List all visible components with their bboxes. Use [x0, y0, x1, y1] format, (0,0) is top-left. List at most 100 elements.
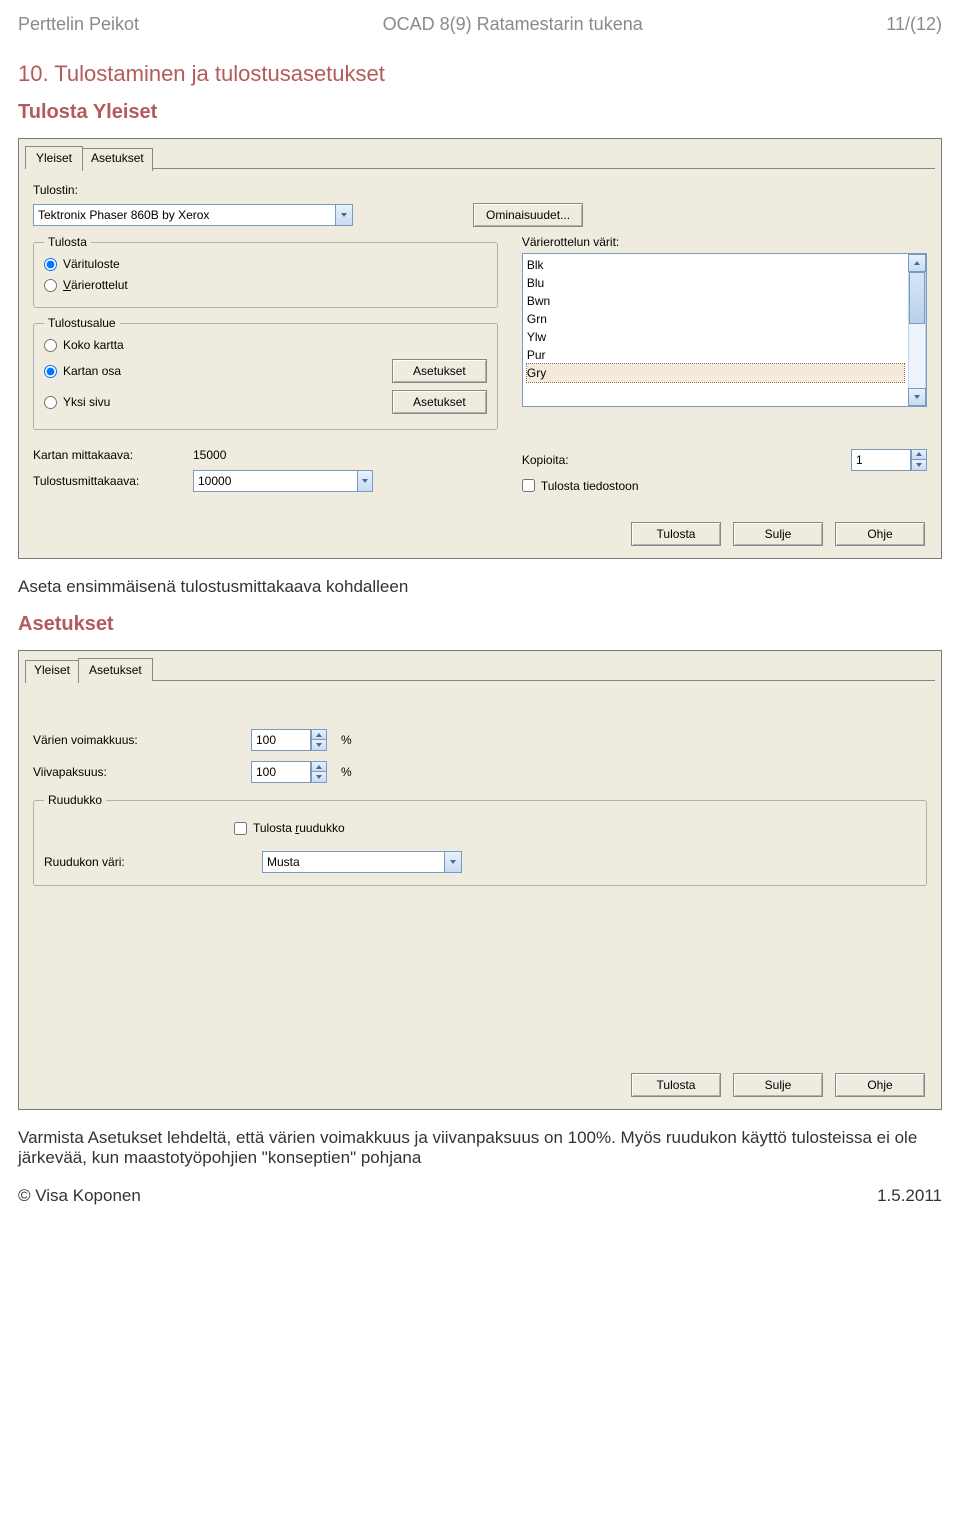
varien-voimakkuus-spinner[interactable]: [251, 729, 327, 751]
ohje-button-label: Ohje: [867, 1078, 892, 1092]
ohje-button[interactable]: Ohje: [835, 522, 925, 546]
list-item[interactable]: Grn: [527, 310, 904, 328]
tab-yleiset[interactable]: Yleiset: [25, 146, 83, 169]
tab-asetukset-label: Asetukset: [91, 151, 144, 165]
spin-down-icon[interactable]: [311, 772, 327, 783]
list-item[interactable]: Ylw: [527, 328, 904, 346]
radio-varierottelut-label: Värierottelut: [63, 278, 128, 292]
printer-input[interactable]: [33, 204, 335, 226]
list-item[interactable]: Gry: [527, 364, 904, 382]
ruudukon-vari-combo[interactable]: [262, 851, 462, 873]
chevron-down-icon[interactable]: [444, 851, 462, 873]
percent-label: %: [341, 733, 491, 747]
footer-left: © Visa Koponen: [18, 1186, 141, 1206]
header-right: 11/(12): [886, 14, 942, 35]
viivapaksuus-label: Viivapaksuus:: [33, 765, 183, 779]
kopioita-spinner[interactable]: [851, 449, 927, 471]
ohje-button-label: Ohje: [867, 527, 892, 541]
radio-koko-kartta-label: Koko kartta: [63, 338, 124, 352]
spin-down-icon[interactable]: [311, 740, 327, 751]
fieldset-tulosta: Tulosta Värituloste Värierottelut: [33, 235, 498, 308]
tabstrip: Yleiset Asetukset: [19, 651, 941, 680]
tabstrip: Yleiset Asetukset: [19, 139, 941, 168]
varien-voimakkuus-input[interactable]: [251, 729, 311, 751]
spin-up-icon[interactable]: [311, 729, 327, 740]
kartan-mittakaava-value: 15000: [193, 448, 226, 462]
radio-varierottelut-row[interactable]: Värierottelut: [44, 278, 487, 292]
subheading-yleiset: Tulosta Yleiset: [0, 91, 960, 134]
viivapaksuus-input[interactable]: [251, 761, 311, 783]
tulostusmittakaava-combo[interactable]: [193, 470, 373, 492]
list-item[interactable]: Blu: [527, 274, 904, 292]
print-dialog-yleiset: Yleiset Asetukset Tulostin: Ominaisuudet…: [18, 138, 942, 559]
asetukset-button-2[interactable]: Asetukset: [392, 390, 487, 414]
tulosta-ruudukko-row[interactable]: Tulosta ruudukko: [234, 821, 916, 835]
properties-button[interactable]: Ominaisuudet...: [473, 203, 583, 227]
spin-up-icon[interactable]: [311, 761, 327, 772]
asetukset-button-1[interactable]: Asetukset: [392, 359, 487, 383]
tab-yleiset-label: Yleiset: [36, 151, 72, 165]
radio-koko-kartta[interactable]: [44, 339, 57, 352]
properties-button-label: Ominaisuudet...: [486, 208, 570, 222]
asetukset-button-2-label: Asetukset: [413, 395, 466, 409]
sulje-button[interactable]: Sulje: [733, 522, 823, 546]
radio-yksi-sivu-row: Yksi sivu Asetukset: [44, 390, 487, 414]
list-item[interactable]: Blk: [527, 256, 904, 274]
tulosta-button-label: Tulosta: [657, 1078, 696, 1092]
tulosta-ruudukko-label: Tulosta ruudukko: [253, 821, 345, 835]
tulosta-tiedostoon-row[interactable]: Tulosta tiedostoon: [522, 479, 927, 493]
spin-down-icon[interactable]: [911, 460, 927, 471]
radio-varituloste[interactable]: [44, 258, 57, 271]
tab-asetukset[interactable]: Asetukset: [82, 148, 153, 171]
tulostusmittakaava-input[interactable]: [193, 470, 357, 492]
radio-yksi-sivu[interactable]: [44, 396, 57, 409]
section-heading: 10. Tulostaminen ja tulostusasetukset: [0, 43, 960, 91]
list-item[interactable]: Pur: [527, 346, 904, 364]
dialog-button-row: Tulosta Sulje Ohje: [19, 1061, 941, 1109]
radio-koko-kartta-row[interactable]: Koko kartta: [44, 338, 487, 352]
spin-up-icon[interactable]: [911, 449, 927, 460]
sulje-button-label: Sulje: [765, 527, 792, 541]
tab-asetukset-label: Asetukset: [89, 663, 142, 677]
tulosta-button-label: Tulosta: [657, 527, 696, 541]
scroll-down-icon[interactable]: [908, 388, 926, 406]
dialog-button-row: Tulosta Sulje Ohje: [19, 510, 941, 558]
viivapaksuus-spinner[interactable]: [251, 761, 327, 783]
radio-varierottelut[interactable]: [44, 279, 57, 292]
body-text-2: Varmista Asetukset lehdeltä, että värien…: [0, 1118, 960, 1174]
page-header: Perttelin Peikot OCAD 8(9) Ratamestarin …: [0, 0, 960, 43]
kartan-mittakaava-label: Kartan mittakaava:: [33, 448, 183, 462]
asetukset-button-1-label: Asetukset: [413, 364, 466, 378]
percent-label: %: [341, 765, 491, 779]
ruudukon-vari-input[interactable]: [262, 851, 444, 873]
tulosta-tiedostoon-label: Tulosta tiedostoon: [541, 479, 639, 493]
fieldset-tulostusalue: Tulostusalue Koko kartta Kartan osa Aset…: [33, 316, 498, 430]
scroll-track[interactable]: [908, 272, 926, 388]
chevron-down-icon[interactable]: [335, 204, 353, 226]
tab-yleiset[interactable]: Yleiset: [25, 660, 79, 683]
header-left: Perttelin Peikot: [18, 14, 139, 35]
tulosta-button[interactable]: Tulosta: [631, 1073, 721, 1097]
scrollbar[interactable]: [908, 254, 926, 406]
tab-asetukset[interactable]: Asetukset: [78, 658, 153, 681]
radio-yksi-sivu-label: Yksi sivu: [63, 395, 110, 409]
chevron-down-icon[interactable]: [357, 470, 373, 492]
radio-kartan-osa[interactable]: [44, 365, 57, 378]
radio-kartan-osa-label: Kartan osa: [63, 364, 121, 378]
fieldset-tulosta-legend: Tulosta: [44, 235, 91, 249]
color-listbox[interactable]: Blk Blu Bwn Grn Ylw Pur Gry: [522, 253, 927, 407]
kopioita-input[interactable]: [851, 449, 911, 471]
tulosta-tiedostoon-checkbox[interactable]: [522, 479, 535, 492]
printer-combo[interactable]: [33, 204, 353, 226]
tulosta-button[interactable]: Tulosta: [631, 522, 721, 546]
fieldset-tulostusalue-legend: Tulostusalue: [44, 316, 120, 330]
ohje-button[interactable]: Ohje: [835, 1073, 925, 1097]
scroll-up-icon[interactable]: [908, 254, 926, 272]
scroll-thumb[interactable]: [909, 272, 925, 324]
radio-varituloste-label: Värituloste: [63, 257, 120, 271]
list-item[interactable]: Bwn: [527, 292, 904, 310]
sulje-button[interactable]: Sulje: [733, 1073, 823, 1097]
tulosta-ruudukko-checkbox[interactable]: [234, 822, 247, 835]
radio-varituloste-row[interactable]: Värituloste: [44, 257, 487, 271]
varierottelu-label: Värierottelun värit:: [522, 235, 927, 249]
